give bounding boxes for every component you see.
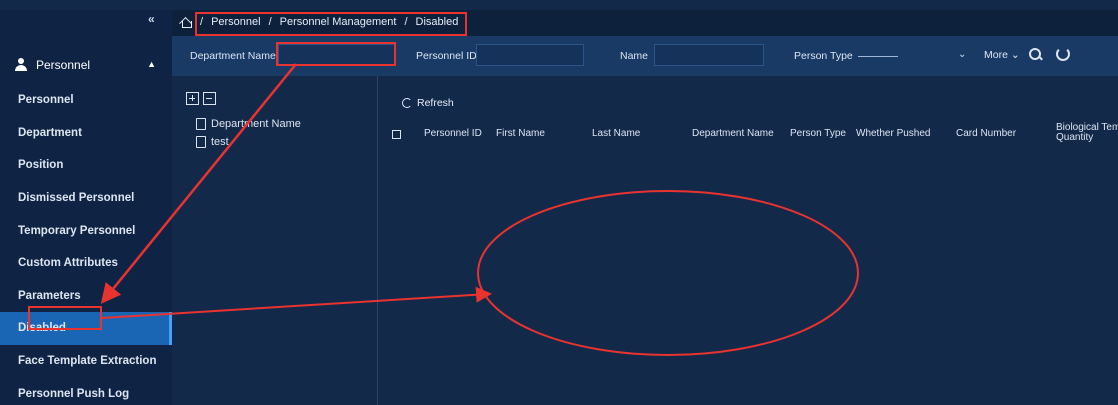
home-icon[interactable] bbox=[180, 16, 192, 28]
column-header-last-name[interactable]: Last Name bbox=[592, 129, 640, 139]
column-header-first-name[interactable]: First Name bbox=[496, 129, 545, 139]
sidebar-item-department[interactable]: Department bbox=[0, 117, 172, 150]
expand-all-icon[interactable] bbox=[186, 92, 199, 105]
breadcrumb-personnel[interactable]: Personnel bbox=[211, 16, 261, 28]
column-header-department-name[interactable]: Department Name bbox=[692, 129, 774, 139]
breadcrumb-separator: / bbox=[404, 16, 408, 28]
name-label: Name bbox=[620, 50, 649, 62]
department-name-field-wrap bbox=[278, 44, 396, 66]
sidebar-group-personnel[interactable]: Personnel ▲ bbox=[0, 50, 172, 80]
filter-bar: Department Name Personnel ID Name Person… bbox=[172, 36, 1118, 76]
person-type-select[interactable] bbox=[858, 56, 898, 57]
sidebar-item-personnel-push-log[interactable]: Personnel Push Log bbox=[0, 377, 172, 405]
collapse-sidebar-icon[interactable]: « bbox=[148, 12, 155, 26]
sidebar-item-custom-attributes[interactable]: Custom Attributes bbox=[0, 247, 172, 280]
sidebar-item-temporary-personnel[interactable]: Temporary Personnel bbox=[0, 214, 172, 247]
more-label: More bbox=[984, 49, 1008, 61]
person-type-label: Person Type bbox=[794, 50, 853, 62]
folder-icon bbox=[196, 136, 206, 148]
sidebar-item-disabled[interactable]: Disabled bbox=[0, 312, 172, 345]
department-name-input[interactable] bbox=[279, 45, 395, 65]
sidebar: « Personnel ▲ Personnel Department Posit… bbox=[0, 10, 172, 405]
refresh-icon bbox=[402, 98, 412, 108]
tree-node-label: test bbox=[211, 136, 229, 148]
breadcrumb: / Personnel / Personnel Management / Dis… bbox=[180, 16, 458, 28]
column-header-whether-pushed[interactable]: Whether Pushed bbox=[856, 129, 931, 139]
column-header-card-number[interactable]: Card Number bbox=[956, 129, 1016, 139]
chevron-down-icon[interactable]: ⌄ bbox=[958, 49, 966, 60]
main-content: Refresh Personnel ID First Name Last Nam… bbox=[380, 76, 1118, 405]
name-field-wrap bbox=[654, 44, 764, 66]
tree-node-department-name[interactable]: Department Name bbox=[196, 118, 301, 130]
personnel-id-field-wrap bbox=[476, 44, 584, 66]
refresh-label: Refresh bbox=[417, 97, 454, 109]
breadcrumb-personnel-management[interactable]: Personnel Management bbox=[280, 16, 397, 28]
column-header-line: Quantity bbox=[1056, 132, 1094, 143]
user-icon bbox=[14, 58, 28, 72]
reset-icon[interactable] bbox=[1056, 47, 1070, 61]
personnel-id-input[interactable] bbox=[477, 45, 583, 65]
personnel-id-label: Personnel ID bbox=[416, 50, 477, 62]
department-name-label: Department Name bbox=[190, 50, 276, 62]
breadcrumb-separator: / bbox=[200, 16, 204, 28]
sidebar-group-label: Personnel bbox=[36, 58, 91, 72]
sidebar-item-personnel[interactable]: Personnel bbox=[0, 84, 172, 117]
tree-tools bbox=[186, 92, 216, 105]
collapse-all-icon[interactable] bbox=[203, 92, 216, 105]
sidebar-item-parameters[interactable]: Parameters bbox=[0, 280, 172, 313]
tree-node-label: Department Name bbox=[211, 118, 301, 130]
table-header: Personnel ID First Name Last Name Depart… bbox=[380, 120, 1118, 150]
column-header-person-type[interactable]: Person Type bbox=[790, 129, 846, 139]
department-tree-panel: Department Name test bbox=[172, 76, 378, 405]
select-all-checkbox[interactable] bbox=[392, 130, 401, 139]
top-bar: / Personnel / Personnel Management / Dis… bbox=[172, 10, 1118, 36]
column-header-biological-template-quantity[interactable]: Biological Temp Quantity bbox=[1056, 123, 1118, 143]
sidebar-item-dismissed-personnel[interactable]: Dismissed Personnel bbox=[0, 182, 172, 215]
search-icon[interactable] bbox=[1028, 47, 1042, 61]
breadcrumb-disabled: Disabled bbox=[415, 16, 459, 28]
app-window: « Personnel ▲ Personnel Department Posit… bbox=[0, 0, 1118, 405]
breadcrumb-separator: / bbox=[268, 16, 272, 28]
sidebar-item-position[interactable]: Position bbox=[0, 149, 172, 182]
folder-icon bbox=[196, 118, 206, 130]
more-filters-button[interactable]: More ⌄ bbox=[984, 49, 1020, 61]
name-input[interactable] bbox=[655, 45, 763, 65]
column-header-personnel-id[interactable]: Personnel ID bbox=[424, 129, 482, 139]
tree-node-test[interactable]: test bbox=[196, 136, 229, 148]
caret-up-icon: ▲ bbox=[147, 59, 156, 69]
sidebar-item-face-template-extraction[interactable]: Face Template Extraction bbox=[0, 345, 172, 378]
refresh-button[interactable]: Refresh bbox=[402, 97, 454, 109]
chevron-down-icon: ⌄ bbox=[1010, 49, 1020, 61]
sidebar-menu: Personnel Department Position Dismissed … bbox=[0, 84, 172, 405]
